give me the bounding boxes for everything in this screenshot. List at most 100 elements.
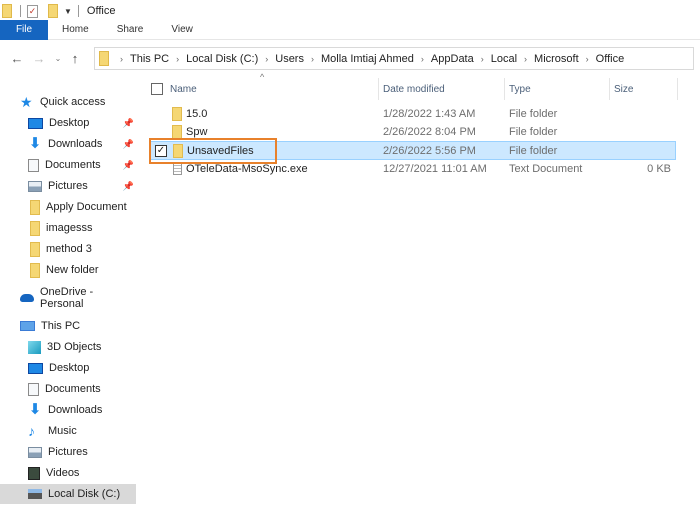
- sidebar-item-label: Videos: [46, 467, 80, 479]
- folder-icon: [172, 107, 182, 121]
- pin-icon[interactable]: 📌: [123, 139, 134, 150]
- forward-arrow-icon[interactable]: →: [30, 51, 48, 66]
- file-row[interactable]: 15.0 1/28/2022 1:43 AM File folder: [150, 105, 676, 124]
- file-date: 2/26/2022 5:56 PM: [383, 145, 476, 157]
- annotation-highlight-box: [149, 138, 277, 164]
- breadcrumb-separator-icon[interactable]: ›: [481, 54, 484, 64]
- address-bar[interactable]: › This PC › Local Disk (C:) › Users › Mo…: [94, 47, 694, 70]
- sidebar-item-imagesss[interactable]: imagesss: [30, 218, 138, 238]
- column-header-name[interactable]: Name: [170, 78, 197, 100]
- navigation-pane: ★ Quick access Desktop 📌 ⬇ Downloads 📌 D…: [0, 88, 140, 507]
- breadcrumb-this-pc[interactable]: This PC: [130, 53, 169, 65]
- breadcrumb-separator-icon[interactable]: ›: [311, 54, 314, 64]
- sidebar-item-label: Documents: [45, 383, 101, 395]
- documents-icon: [28, 158, 39, 172]
- separator: [77, 5, 79, 17]
- onedrive-cloud-icon: [20, 294, 34, 302]
- sidebar-item-label: Downloads: [48, 404, 103, 416]
- up-arrow-icon[interactable]: ↑: [66, 51, 84, 66]
- file-date: 1/28/2022 1:43 AM: [383, 108, 476, 120]
- sort-ascending-icon: ^: [260, 72, 265, 82]
- pin-icon[interactable]: 📌: [123, 118, 134, 129]
- sidebar-item-downloads[interactable]: ⬇ Downloads 📌: [28, 134, 138, 154]
- breadcrumb-microsoft[interactable]: Microsoft: [534, 53, 579, 65]
- folder-icon: [30, 241, 40, 257]
- desktop-icon: [28, 117, 43, 129]
- sidebar-item-label: New folder: [46, 264, 99, 276]
- pin-icon[interactable]: 📌: [123, 160, 134, 171]
- breadcrumb-user[interactable]: Molla Imtiaj Ahmed: [321, 53, 414, 65]
- ribbon-tabs: File Home Share View: [0, 20, 700, 40]
- sidebar-item-pc-documents[interactable]: Documents: [28, 379, 138, 399]
- column-header-size[interactable]: Size: [614, 78, 633, 100]
- breadcrumb-local-disk[interactable]: Local Disk (C:): [186, 53, 258, 65]
- sidebar-item-documents[interactable]: Documents 📌: [28, 155, 138, 175]
- pin-icon[interactable]: 📌: [123, 181, 134, 192]
- new-folder-icon[interactable]: [48, 4, 58, 18]
- back-arrow-icon[interactable]: ←: [8, 51, 26, 66]
- tab-home[interactable]: Home: [48, 20, 103, 40]
- column-header-date-modified[interactable]: Date modified: [383, 78, 445, 100]
- select-all-checkbox[interactable]: [151, 83, 163, 95]
- breadcrumb-appdata[interactable]: AppData: [431, 53, 474, 65]
- breadcrumb-separator-icon[interactable]: ›: [586, 54, 589, 64]
- column-divider[interactable]: [378, 78, 379, 100]
- tab-share[interactable]: Share: [103, 20, 158, 40]
- file-type: File folder: [509, 108, 558, 120]
- sidebar-item-this-pc[interactable]: This PC: [20, 316, 138, 336]
- sidebar-item-pictures[interactable]: Pictures 📌: [28, 176, 138, 196]
- sidebar-item-method-3[interactable]: method 3: [30, 239, 138, 259]
- breadcrumb-separator-icon[interactable]: ›: [524, 54, 527, 64]
- downloads-icon: ⬇: [28, 401, 42, 418]
- title-bar: ✓ ▼ Office: [0, 0, 700, 22]
- breadcrumb-separator-icon[interactable]: ›: [265, 54, 268, 64]
- sidebar-item-label: method 3: [46, 243, 92, 255]
- pictures-icon: [28, 180, 42, 192]
- breadcrumb-separator-icon[interactable]: ›: [176, 54, 179, 64]
- videos-icon: [28, 466, 40, 480]
- tab-file[interactable]: File: [0, 20, 48, 40]
- file-name: Spw: [186, 126, 208, 138]
- column-header-type[interactable]: Type: [509, 78, 531, 100]
- column-divider[interactable]: [504, 78, 505, 100]
- file-name: 15.0: [186, 108, 208, 120]
- sidebar-item-videos[interactable]: Videos: [28, 463, 138, 483]
- sidebar-item-apply-document[interactable]: Apply Document: [30, 197, 138, 217]
- column-divider[interactable]: [677, 78, 678, 100]
- properties-icon[interactable]: ✓: [27, 4, 38, 18]
- star-icon: ★: [20, 94, 33, 110]
- folder-icon: [30, 220, 40, 236]
- sidebar-item-label: Apply Document: [46, 201, 127, 213]
- folder-icon: [99, 51, 109, 66]
- file-type: File folder: [509, 145, 558, 157]
- sidebar-item-label: OneDrive - Personal: [40, 286, 94, 310]
- customize-toolbar-chevron-icon[interactable]: ▼: [64, 7, 72, 16]
- sidebar-item-music[interactable]: ♪ Music: [28, 421, 138, 441]
- sidebar-item-label: Quick access: [40, 96, 106, 108]
- pictures-icon: [28, 446, 42, 458]
- breadcrumb-separator-icon[interactable]: ›: [120, 54, 123, 64]
- column-divider[interactable]: [609, 78, 610, 100]
- breadcrumb-users[interactable]: Users: [275, 53, 304, 65]
- sidebar-item-pc-downloads[interactable]: ⬇ Downloads: [28, 400, 138, 420]
- breadcrumb-office[interactable]: Office: [596, 53, 625, 65]
- file-date: 12/27/2021 11:01 AM: [383, 163, 487, 175]
- sidebar-item-desktop[interactable]: Desktop 📌: [28, 113, 138, 133]
- sidebar-item-label: Music: [48, 425, 77, 437]
- tab-view[interactable]: View: [157, 20, 207, 40]
- recent-locations-chevron-icon[interactable]: ⌄: [52, 54, 64, 63]
- sidebar-item-quick-access[interactable]: ★ Quick access: [20, 92, 138, 112]
- sidebar-item-pc-desktop[interactable]: Desktop: [28, 358, 138, 378]
- sidebar-item-pc-pictures[interactable]: Pictures: [28, 442, 138, 462]
- sidebar-item-3d-objects[interactable]: 3D Objects: [28, 337, 138, 357]
- folder-icon: [30, 199, 40, 215]
- sidebar-item-onedrive[interactable]: OneDrive - Personal: [20, 286, 138, 310]
- sidebar-item-local-disk[interactable]: Local Disk (C:): [0, 484, 136, 504]
- window-title: Office: [86, 5, 116, 17]
- music-icon: ♪: [28, 423, 35, 439]
- local-disk-icon: [28, 489, 42, 499]
- breadcrumb-separator-icon[interactable]: ›: [421, 54, 424, 64]
- file-type: Text Document: [509, 163, 583, 175]
- sidebar-item-new-folder[interactable]: New folder: [30, 260, 138, 280]
- breadcrumb-local[interactable]: Local: [491, 53, 517, 65]
